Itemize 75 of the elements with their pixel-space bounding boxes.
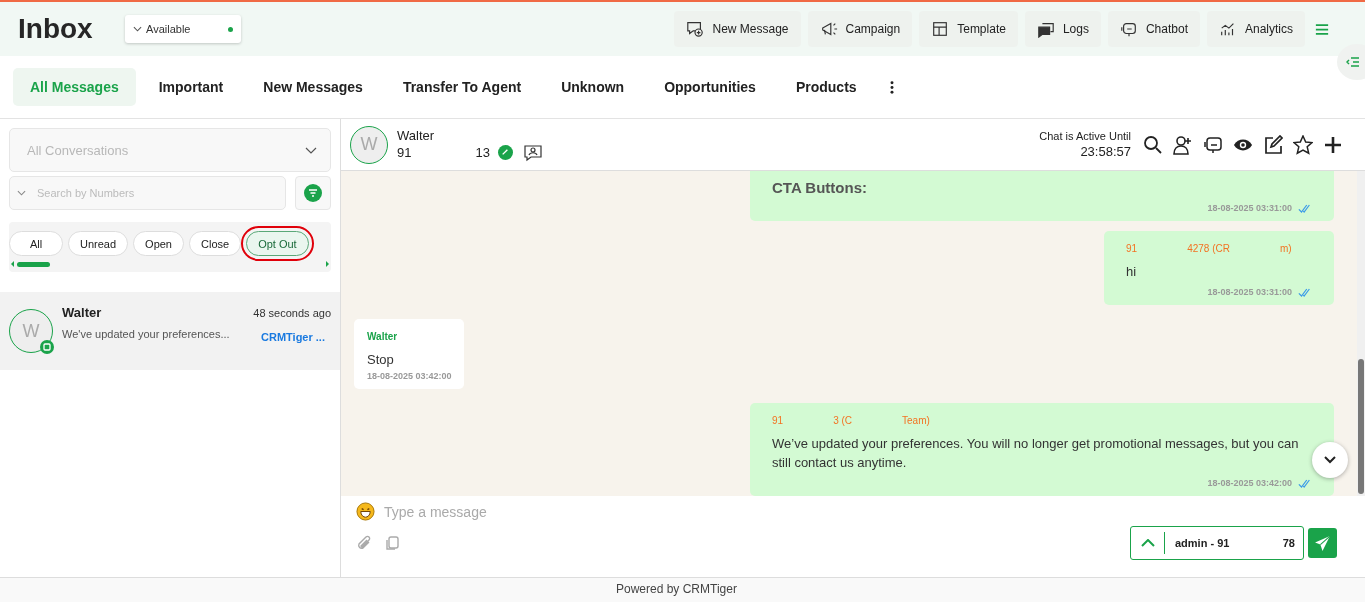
chatbot-button[interactable]: Chatbot <box>1107 11 1200 47</box>
sender-name: 91 <box>1126 243 1138 254</box>
more-icon[interactable] <box>889 80 894 94</box>
timestamp: 18-08-2025 03:31:00 <box>1207 287 1292 297</box>
timestamp: 18-08-2025 03:42:00 <box>1207 478 1292 488</box>
collapse-button[interactable] <box>1337 44 1365 80</box>
tab[interactable]: Opportunities <box>647 68 773 106</box>
tab[interactable]: Products <box>778 68 874 106</box>
message-text: CTA Buttons: <box>772 178 868 197</box>
timestamp: 18-08-2025 03:42:00 <box>367 371 452 381</box>
new-message-button[interactable]: New Message <box>674 11 801 47</box>
footer-text: Powered by CRMTiger <box>0 577 1365 602</box>
edit-icon[interactable] <box>1263 134 1283 155</box>
active-label: Chat is Active Until <box>1039 130 1131 142</box>
check-icon <box>497 145 513 160</box>
search-icon[interactable] <box>1143 134 1163 155</box>
phone-number: 91 <box>397 145 412 160</box>
search-field[interactable]: Search by Numbers <box>9 176 286 210</box>
add-user-icon[interactable] <box>1173 134 1193 155</box>
filter-chip[interactable]: All <box>9 231 63 256</box>
send-icon <box>1314 534 1331 552</box>
contact-name: Walter <box>397 127 436 143</box>
filter-button[interactable] <box>295 176 331 210</box>
page-title: Inbox <box>18 13 94 45</box>
chatbot-icon <box>1119 20 1138 38</box>
campaign-button[interactable]: Campaign <box>807 11 913 47</box>
filter-chip[interactable]: Unread <box>68 231 129 256</box>
message-preview: We've updated your preferences... <box>62 328 230 340</box>
sender-name: 91 <box>772 415 784 426</box>
contact-card-icon[interactable] <box>522 143 543 162</box>
chevron-up-icon <box>1141 539 1155 547</box>
phone-number: 13 <box>475 145 490 160</box>
emoji-icon[interactable] <box>356 502 375 521</box>
chatbot-icon[interactable] <box>1203 134 1223 155</box>
collapse-icon <box>1346 56 1360 68</box>
agent-label: CRMTiger ... <box>261 331 325 343</box>
agent-selector[interactable]: admin - 91 78 <box>1130 526 1304 560</box>
conversation-item[interactable]: W Walter 48 seconds ago We've updated your preferences... CRMTiger ... <box>0 292 340 370</box>
template-icon <box>931 20 950 38</box>
message-text: hi <box>1126 263 1138 281</box>
tab[interactable]: New Messages <box>246 68 380 106</box>
chevron-down-icon <box>133 26 142 32</box>
status-dropdown[interactable]: Available <box>125 15 241 43</box>
campaign-icon <box>819 20 838 38</box>
avatar: W <box>350 125 388 164</box>
logs-icon <box>1036 20 1055 38</box>
sender-name: 4278 (CR <box>1187 243 1230 254</box>
tab[interactable]: Important <box>141 68 241 106</box>
active-time: 23:58:57 <box>1080 144 1131 159</box>
sender-name: Team) <box>902 415 930 426</box>
send-button[interactable] <box>1308 528 1337 558</box>
new-message-icon <box>686 20 705 38</box>
sender-name: Walter <box>367 331 398 342</box>
timestamp: 18-08-2025 03:31:00 <box>1207 203 1292 213</box>
filter-chip[interactable]: Open <box>133 231 184 256</box>
menu-icon[interactable] <box>1315 23 1329 35</box>
scroll-down-button[interactable] <box>1312 442 1348 478</box>
tab[interactable]: Transfer To Agent <box>385 68 539 106</box>
message-text: We’ve updated your preferences. You will no longer get promotional messages, but you can still contact us anytime. <box>772 435 1300 472</box>
plus-icon[interactable] <box>1323 134 1343 155</box>
template-button[interactable]: Template <box>919 11 1018 47</box>
sender-name: m) <box>1279 243 1292 254</box>
tab[interactable]: Unknown <box>544 68 642 106</box>
filter-chip[interactable]: Close <box>189 231 242 256</box>
sender-name: 3 (C <box>833 415 853 426</box>
timestamp: 48 seconds ago <box>253 306 331 319</box>
chevron-down-icon <box>1324 456 1336 464</box>
filter-icon <box>304 184 322 202</box>
chevron-down-icon <box>305 146 317 154</box>
contact-name: Walter <box>62 305 102 320</box>
logs-button[interactable]: Logs <box>1024 11 1101 47</box>
star-icon[interactable] <box>1293 134 1313 155</box>
message-text: Stop <box>367 351 395 369</box>
avatar: W <box>9 309 53 353</box>
analytics-button[interactable]: Analytics <box>1206 11 1305 47</box>
